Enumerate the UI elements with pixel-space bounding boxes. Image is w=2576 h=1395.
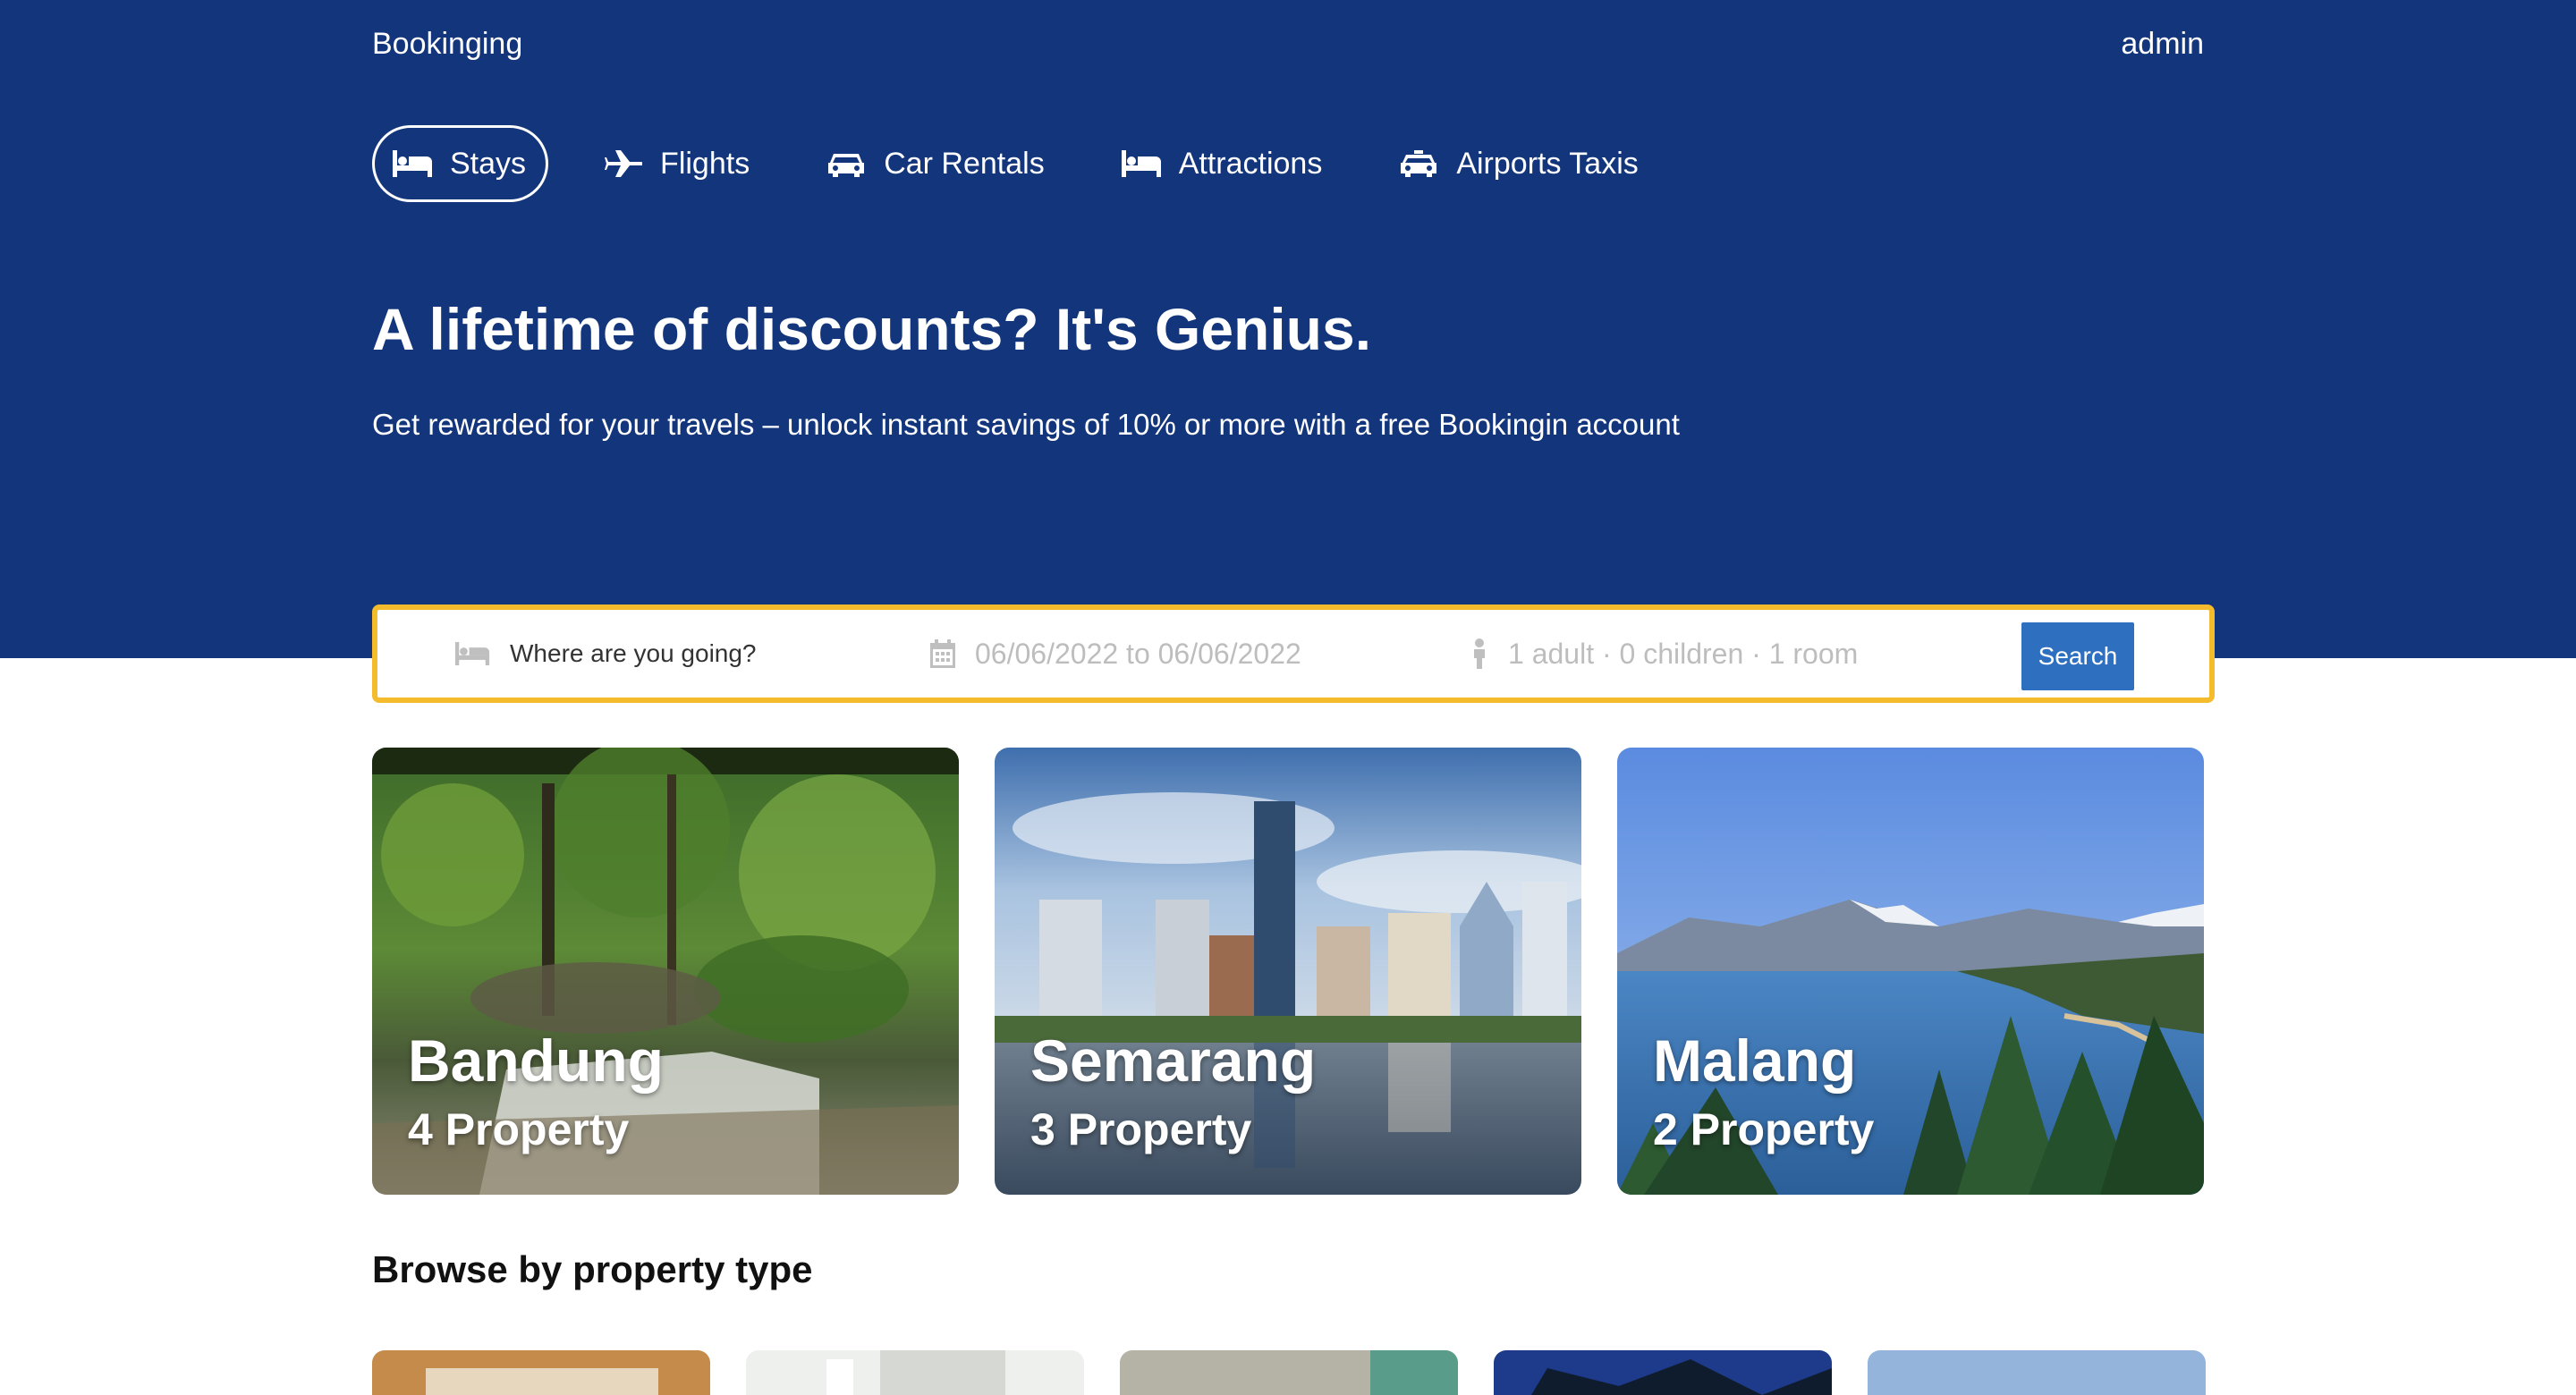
nav-item-attractions[interactable]: Attractions — [1099, 125, 1345, 202]
search-button[interactable]: Search — [2021, 622, 2134, 690]
nav-item-airport-taxis[interactable]: Airports Taxis — [1377, 125, 1660, 202]
city-card-malang[interactable]: Malang 2 Property — [1617, 748, 2204, 1195]
bed-icon — [393, 150, 432, 177]
main-nav: Stays Flights Car Rentals Attractions Ai… — [372, 125, 1693, 202]
guests-selector[interactable]: 1 adult · 0 children · 1 room — [1470, 610, 1858, 698]
plane-icon — [605, 150, 643, 177]
hero-subline: Get rewarded for your travels – unlock i… — [372, 408, 1680, 441]
user-menu[interactable]: admin — [2121, 27, 2204, 62]
date-range-text: 06/06/2022 to 06/06/2022 — [975, 637, 1301, 670]
calendar-icon — [930, 639, 955, 668]
property-type-cards — [372, 1350, 2206, 1395]
nav-label: Attractions — [1178, 146, 1323, 181]
city-card-bandung[interactable]: Bandung 4 Property — [372, 748, 959, 1195]
city-name: Bandung — [408, 1027, 664, 1094]
city-property-count: 4 Property — [408, 1104, 630, 1154]
property-type-image — [1494, 1350, 1832, 1395]
nav-label: Car Rentals — [884, 146, 1045, 181]
bed-icon — [454, 642, 490, 665]
guests-text: 1 adult · 0 children · 1 room — [1508, 637, 1859, 670]
property-type-card[interactable] — [1494, 1350, 1832, 1395]
hero-headline: A lifetime of discounts? It's Genius. — [372, 296, 1372, 362]
property-type-image — [1868, 1350, 2206, 1395]
property-type-card[interactable] — [372, 1350, 710, 1395]
destination-input[interactable] — [510, 639, 850, 668]
property-type-card[interactable] — [1120, 1350, 1458, 1395]
nav-label: Stays — [450, 146, 527, 181]
city-name: Malang — [1653, 1027, 1857, 1094]
brand-logo[interactable]: Bookinging — [372, 27, 522, 62]
nav-label: Airports Taxis — [1456, 146, 1639, 181]
person-icon — [1474, 638, 1485, 669]
nav-item-flights[interactable]: Flights — [580, 125, 772, 202]
bed-icon — [1121, 150, 1161, 177]
city-cards: Bandung 4 Property Semarang 3 Property M… — [372, 748, 2204, 1195]
city-card-semarang[interactable]: Semarang 3 Property — [995, 748, 1581, 1195]
date-picker[interactable]: 06/06/2022 to 06/06/2022 — [930, 610, 1301, 698]
city-property-count: 2 Property — [1653, 1104, 1875, 1154]
car-icon — [828, 154, 865, 177]
property-type-card[interactable] — [746, 1350, 1084, 1395]
nav-item-car-rentals[interactable]: Car Rentals — [804, 125, 1067, 202]
taxi-icon — [1401, 150, 1437, 177]
city-name: Semarang — [1030, 1027, 1317, 1094]
nav-item-stays[interactable]: Stays — [372, 125, 549, 202]
property-type-image — [746, 1350, 1084, 1395]
city-property-count: 3 Property — [1030, 1104, 1252, 1154]
property-type-image — [372, 1350, 710, 1395]
browse-section-title: Browse by property type — [372, 1248, 813, 1290]
destination-field[interactable] — [454, 610, 850, 698]
nav-label: Flights — [660, 146, 750, 181]
property-type-card[interactable] — [1868, 1350, 2206, 1395]
property-type-image — [1120, 1350, 1458, 1395]
search-bar: 06/06/2022 to 06/06/2022 1 adult · 0 chi… — [372, 604, 2215, 703]
